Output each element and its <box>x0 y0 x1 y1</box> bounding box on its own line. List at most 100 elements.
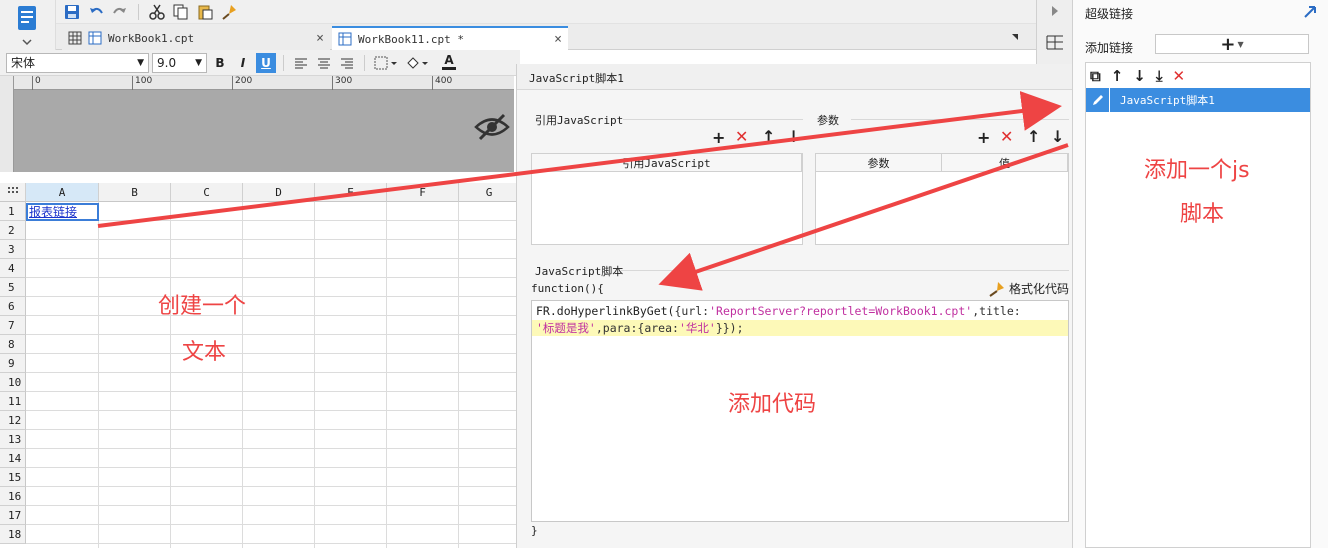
hide-eye-icon[interactable] <box>474 112 510 142</box>
row-header[interactable]: 6 <box>0 297 26 316</box>
text-color-button[interactable]: A <box>434 53 464 73</box>
tab-menu-icon[interactable] <box>1010 30 1024 44</box>
paste-icon[interactable] <box>195 2 215 22</box>
close-icon[interactable]: × <box>316 31 324 46</box>
move-up-icon[interactable]: ↑ <box>1027 127 1040 146</box>
row-header[interactable]: 16 <box>0 487 26 506</box>
row-header[interactable]: 13 <box>0 430 26 449</box>
row-header[interactable]: 18 <box>0 525 26 544</box>
cell-properties-icon[interactable] <box>1046 34 1064 50</box>
move-down-icon[interactable]: ↓ <box>787 127 800 146</box>
row-header[interactable]: 15 <box>0 468 26 487</box>
underline-button[interactable]: U <box>256 52 276 73</box>
column-header-f[interactable]: F <box>387 183 459 202</box>
save-icon[interactable] <box>62 2 82 22</box>
grid-line <box>26 505 520 506</box>
format-code-button[interactable]: 格式化代码 <box>989 280 1069 297</box>
grid-line <box>386 202 387 548</box>
tab-workbook1[interactable]: WorkBook1.cpt × <box>62 26 330 50</box>
grid-line <box>26 486 520 487</box>
row-header[interactable]: 3 <box>0 240 26 259</box>
font-size-select[interactable]: 9.0 ▼ <box>152 52 207 73</box>
toolbar-divider <box>364 54 365 71</box>
italic-button[interactable]: I <box>233 53 253 73</box>
cell-a1[interactable]: 报表链接 <box>26 203 99 221</box>
font-name-select[interactable]: 宋体 ▼ <box>6 52 149 73</box>
row-header[interactable]: 10 <box>0 373 26 392</box>
spreadsheet-grid: A B C D E F G 1 2 3 4 5 6 7 8 9 10 11 12 13 14 15 16 17 1… <box>0 183 520 548</box>
delete-icon[interactable]: ✕ <box>1173 67 1186 85</box>
row-header[interactable]: 4 <box>0 259 26 278</box>
move-up-icon[interactable]: ↑ <box>762 127 775 146</box>
text-color-swatch <box>442 67 456 70</box>
fill-color-icon[interactable] <box>403 53 431 73</box>
border-icon[interactable] <box>372 53 400 73</box>
delete-param-button[interactable]: ✕ <box>1000 127 1013 146</box>
code-token: {area: <box>637 321 679 335</box>
tab-workbook11[interactable]: WorkBook11.cpt * × <box>332 26 568 50</box>
row-header[interactable]: 14 <box>0 449 26 468</box>
bold-button[interactable]: B <box>210 53 230 73</box>
align-center-icon[interactable] <box>314 53 334 73</box>
row-header[interactable]: 8 <box>0 335 26 354</box>
add-link-dropdown[interactable]: + ▼ <box>1155 34 1309 55</box>
format-painter-icon[interactable] <box>219 2 239 22</box>
code-token: FR.doHyperlinkByGet( <box>536 304 675 318</box>
row-header[interactable]: 12 <box>0 411 26 430</box>
grid-line <box>26 296 520 297</box>
pin-icon[interactable] <box>1303 5 1317 19</box>
report-header-area <box>14 90 514 172</box>
move-bottom-icon[interactable]: ⤓ <box>1156 67 1163 85</box>
add-ref-js-button[interactable]: + <box>712 128 725 147</box>
grid-line <box>26 258 520 259</box>
grid-line <box>26 410 520 411</box>
group-divider <box>621 270 1069 271</box>
column-header-a[interactable]: A <box>26 183 99 202</box>
app-menu-icon[interactable] <box>8 2 48 48</box>
add-param-button[interactable]: + <box>977 128 990 147</box>
collapse-arrow-icon[interactable] <box>1048 4 1062 18</box>
main-toolbar <box>56 0 1036 24</box>
link-item-label: JavaScript脚本1 <box>1120 94 1215 107</box>
move-up-icon[interactable]: ↑ <box>1111 67 1124 85</box>
copy-icon[interactable]: ⧉ <box>1090 67 1101 85</box>
column-header-c[interactable]: C <box>171 183 243 202</box>
ruler-tick: 200 <box>232 76 252 90</box>
grid-line <box>26 448 520 449</box>
row-header[interactable]: 5 <box>0 278 26 297</box>
row-header[interactable]: 9 <box>0 354 26 373</box>
row-header[interactable]: 17 <box>0 506 26 525</box>
edit-pencil-icon[interactable] <box>1086 88 1110 112</box>
column-header-g[interactable]: G <box>459 183 520 202</box>
row-header[interactable]: 7 <box>0 316 26 335</box>
code-string: '华北' <box>678 321 716 335</box>
grid-line <box>242 202 243 548</box>
row-header[interactable]: 11 <box>0 392 26 411</box>
undo-icon[interactable] <box>86 2 106 22</box>
code-token: ,para: <box>595 321 638 335</box>
align-left-icon[interactable] <box>291 53 311 73</box>
column-header-e[interactable]: E <box>315 183 387 202</box>
delete-ref-js-button[interactable]: ✕ <box>735 127 748 146</box>
column-header-d[interactable]: D <box>243 183 315 202</box>
move-down-icon[interactable]: ↓ <box>1051 127 1064 146</box>
row-header[interactable]: 2 <box>0 221 26 240</box>
params-table[interactable]: 参数 值 <box>815 153 1069 245</box>
code-line-highlighted: '标题是我',para:{area:'华北'}}); <box>532 320 1068 336</box>
move-down-icon[interactable]: ↓ <box>1133 67 1146 85</box>
row-header[interactable]: 1 <box>0 202 26 221</box>
align-right-icon[interactable] <box>337 53 357 73</box>
column-header-b[interactable]: B <box>99 183 171 202</box>
chevron-down-icon: ▼ <box>137 57 144 68</box>
grid-line <box>26 220 520 221</box>
annotation-create-text: 创建一个 <box>158 294 247 319</box>
redo-icon[interactable] <box>110 2 130 22</box>
js-script-label: JavaScript脚本 <box>535 265 624 278</box>
select-all-corner[interactable] <box>0 183 26 202</box>
ruler-tick: 100 <box>132 76 152 90</box>
cut-icon[interactable] <box>147 2 167 22</box>
link-list-item[interactable]: JavaScript脚本1 <box>1086 88 1310 112</box>
copy-icon[interactable] <box>171 2 191 22</box>
close-icon[interactable]: × <box>554 32 562 47</box>
ref-js-table[interactable]: 引用JavaScript <box>531 153 803 245</box>
